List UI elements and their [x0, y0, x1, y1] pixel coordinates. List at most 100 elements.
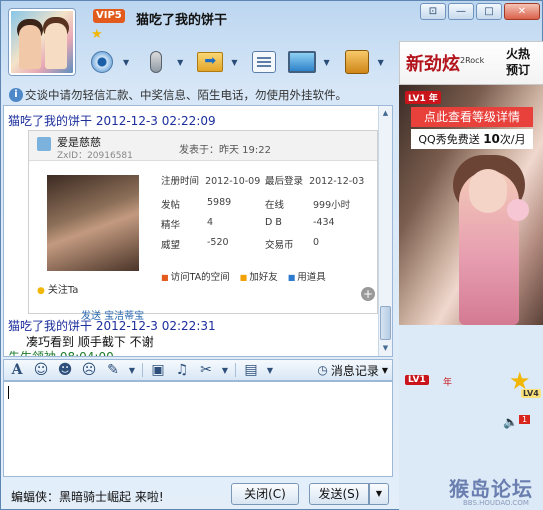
level-badge: LV1 年 [405, 91, 441, 104]
level-detail-link[interactable]: 点此查看等级详情 [411, 107, 533, 127]
new-discussion-icon [252, 51, 277, 73]
expand-icon[interactable]: + [361, 287, 375, 301]
remote-dropdown-arrow[interactable]: ▼ [323, 58, 329, 67]
separator [142, 363, 143, 377]
info-icon: i [9, 88, 23, 102]
qq-show-promo[interactable]: QQ秀免费送 10次/月 [411, 129, 533, 149]
window-controls: ⊡ — □ ✕ [420, 3, 540, 20]
star-icon: ★ [91, 27, 103, 42]
message-header: 先生领袖 08:04:00 [8, 350, 114, 357]
level-year-tag: 年 [443, 378, 453, 388]
file-dropdown-arrow[interactable]: ▼ [231, 58, 237, 67]
remote-desktop-icon [288, 51, 317, 73]
send-button[interactable]: 发送(S) [309, 483, 369, 505]
add-friend-action: 加好友 [240, 269, 278, 283]
screenshot-actions: 访问TA的空间 加好友 用道具 [161, 269, 371, 283]
clock-icon: ◷ [317, 363, 328, 377]
stat-label: 最后登录 [265, 176, 304, 187]
shake-icon[interactable]: ☹ [80, 362, 98, 378]
screenshot-photo [47, 175, 139, 271]
maximize-button[interactable]: □ [476, 3, 502, 20]
format-toolbar: A ☺ ☻ ☹ ✎ ▼ ▣ ♫ ✂ ▼ ▤ ▼ ◷ 消息记录 ▼ [3, 359, 393, 381]
close-button[interactable]: 关闭(C) [231, 483, 299, 505]
contact-nickname: 猫吃了我的饼干 [136, 13, 228, 28]
stat-label: D B [265, 217, 282, 228]
ad-brand-sub: 2Rock [460, 56, 485, 65]
message-header: 猫吃了我的饼干 2012-12-3 02:22:09 [8, 114, 216, 128]
voice-dropdown-arrow[interactable]: ▼ [177, 58, 183, 67]
stat-label: 威望 [161, 240, 181, 251]
stat-label: 交易币 [265, 240, 294, 251]
watermark-url: BBS.HOUDAO.COM [463, 499, 529, 507]
notice-text: 交谈中请勿轻信汇款、中奖信息、陌生电话，勿使用外挂软件。 [25, 88, 347, 102]
teddy-bear [507, 199, 529, 221]
screenshot-follow: 关注Ta [37, 281, 79, 296]
music-icon[interactable]: ♫ [173, 362, 191, 378]
stat-label: 精华 [161, 220, 181, 231]
use-tool-action: 用道具 [288, 269, 326, 283]
minimize-button[interactable]: — [448, 3, 474, 20]
graffiti-icon[interactable]: ✎ [104, 362, 122, 378]
stat-value: 2012-12-03 [309, 176, 365, 187]
message-header: 猫吃了我的饼干 2012-12-3 02:22:31 [8, 319, 216, 333]
message-input[interactable] [3, 381, 393, 477]
video-camera-icon [91, 51, 113, 73]
screenshot-scissors-icon[interactable]: ✂ [197, 362, 215, 378]
side-panel: 新劲炫 2Rock 火热 预订 LV1 年 点此查看等级详情 QQ秀免费送 10… [399, 41, 543, 510]
new-discussion-button[interactable] [247, 45, 281, 79]
send-options-button[interactable]: ▼ [369, 483, 389, 505]
speaker-count-badge: 1 [519, 415, 531, 424]
skin-button[interactable]: ⊡ [420, 3, 446, 20]
security-notice: i 交谈中请勿轻信汇款、中奖信息、陌生电话，勿使用外挂软件。 [5, 85, 393, 105]
screenshot-header: 爱是慈慈 ZxID：20916581 发表于：昨天 19:22 [29, 131, 377, 161]
scissors-dropdown-icon[interactable]: ▼ [221, 366, 229, 375]
message-history-label: 消息记录 [330, 363, 379, 378]
message-history-button[interactable]: ◷ 消息记录 ▼ [317, 362, 388, 379]
video-dropdown-arrow[interactable]: ▼ [123, 58, 129, 67]
stat-value: -520 [207, 237, 229, 248]
ad-brand: 新劲炫 [406, 54, 460, 75]
stat-value: 0 [313, 237, 320, 248]
stat-label: 发帖 [161, 200, 181, 211]
apps-button[interactable] [340, 45, 374, 79]
scroll-up-arrow[interactable]: ▲ [380, 108, 391, 119]
status-ad-text[interactable]: 蝙蝠侠：黑暗骑士崛起 来啦! [11, 488, 164, 505]
send-image-icon[interactable]: ▣ [149, 362, 167, 378]
font-icon[interactable]: A [8, 362, 26, 378]
briefcase-icon[interactable]: ▤ [242, 362, 260, 378]
level-badge[interactable]: LV1 [405, 375, 429, 385]
user-icon [37, 137, 51, 151]
send-file-icon [197, 52, 224, 72]
send-file-button[interactable] [193, 45, 227, 79]
magic-face-icon[interactable]: ☻ [56, 362, 74, 378]
graffiti-dropdown-icon[interactable]: ▼ [128, 366, 136, 375]
watermark-logo: 猴岛论坛 [449, 477, 533, 501]
stat-value: -434 [313, 217, 335, 228]
chevron-down-icon: ▼ [381, 365, 388, 375]
visit-space-action: 访问TA的空间 [161, 269, 230, 283]
apps-dropdown-arrow[interactable]: ▼ [378, 58, 384, 67]
lv4-badge: LV4 [521, 389, 541, 398]
message-history[interactable]: 猫吃了我的饼干 2012-12-3 02:22:09 爱是慈慈 ZxID：209… [3, 105, 393, 357]
scroll-down-arrow[interactable]: ▼ [380, 343, 391, 354]
stat-value: 5989 [207, 197, 232, 208]
ad-banner-top[interactable]: 新劲炫 2Rock 火热 预订 [399, 41, 543, 85]
screenshot-post-time: 发表于：昨天 19:22 [179, 145, 271, 156]
voice-button[interactable] [139, 45, 173, 79]
close-window-button[interactable]: ✕ [504, 3, 540, 20]
avatar[interactable] [9, 9, 75, 75]
speaker-icon[interactable]: 🔈 [503, 415, 518, 429]
scroll-thumb[interactable] [380, 306, 391, 340]
emoticon-icon[interactable]: ☺ [32, 362, 50, 378]
separator [235, 363, 236, 377]
chat-scrollbar[interactable]: ▲ ▼ [378, 106, 392, 356]
remote-desktop-button[interactable] [285, 45, 319, 79]
screenshot-user-id: ZxID：20916581 [57, 151, 133, 161]
video-button[interactable] [85, 45, 119, 79]
message-screenshot-image[interactable]: 爱是慈慈 ZxID：20916581 发表于：昨天 19:22 关注Ta 注册时… [28, 130, 378, 322]
vip-badge[interactable]: VIP5 [93, 9, 125, 23]
ad-hot-label: 火热 预订 [506, 47, 531, 77]
briefcase-dropdown-icon[interactable]: ▼ [266, 366, 274, 375]
microphone-icon [150, 51, 163, 73]
qq-show-ad[interactable]: LV1 年 点此查看等级详情 QQ秀免费送 10次/月 [399, 85, 543, 325]
